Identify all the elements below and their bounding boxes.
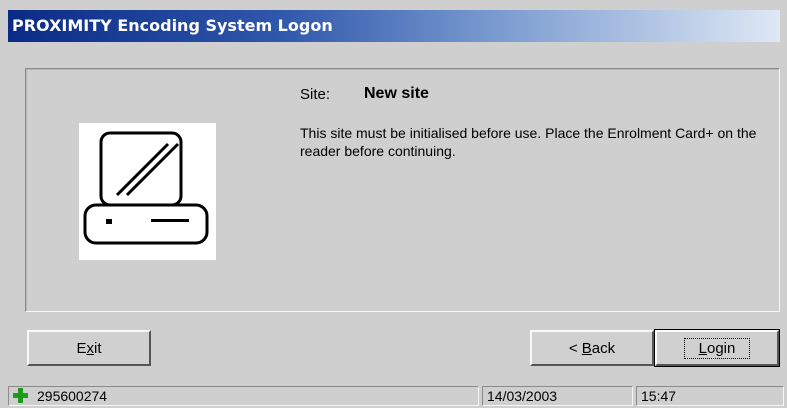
green-plus-icon: [12, 387, 29, 404]
status-id-cell: 295600274: [8, 386, 479, 406]
site-label: Site:: [300, 86, 331, 103]
instruction-message: This site must be initialised before use…: [300, 125, 757, 159]
back-button[interactable]: < Back: [530, 330, 654, 366]
exit-button-label: Exit: [76, 339, 102, 357]
window-title: PROXIMITY Encoding System Logon: [12, 16, 333, 35]
card-reader-icon: [79, 123, 216, 260]
site-name: New site: [364, 85, 429, 102]
back-button-label: < Back: [568, 339, 616, 357]
status-time-cell: 15:47: [636, 386, 784, 406]
status-date-cell: 14/03/2003: [482, 386, 633, 406]
exit-button[interactable]: Exit: [27, 330, 151, 366]
title-bar[interactable]: PROXIMITY Encoding System Logon: [8, 10, 780, 42]
status-id: 295600274: [37, 388, 108, 404]
status-date: 14/03/2003: [487, 388, 558, 404]
login-button[interactable]: Login: [654, 329, 780, 367]
status-time: 15:47: [641, 388, 677, 404]
login-button-label: Login: [683, 337, 751, 359]
status-bar: 295600274 14/03/2003 15:47: [0, 384, 787, 408]
logon-window: PROXIMITY Encoding System Logon Site: Ne…: [0, 0, 787, 408]
